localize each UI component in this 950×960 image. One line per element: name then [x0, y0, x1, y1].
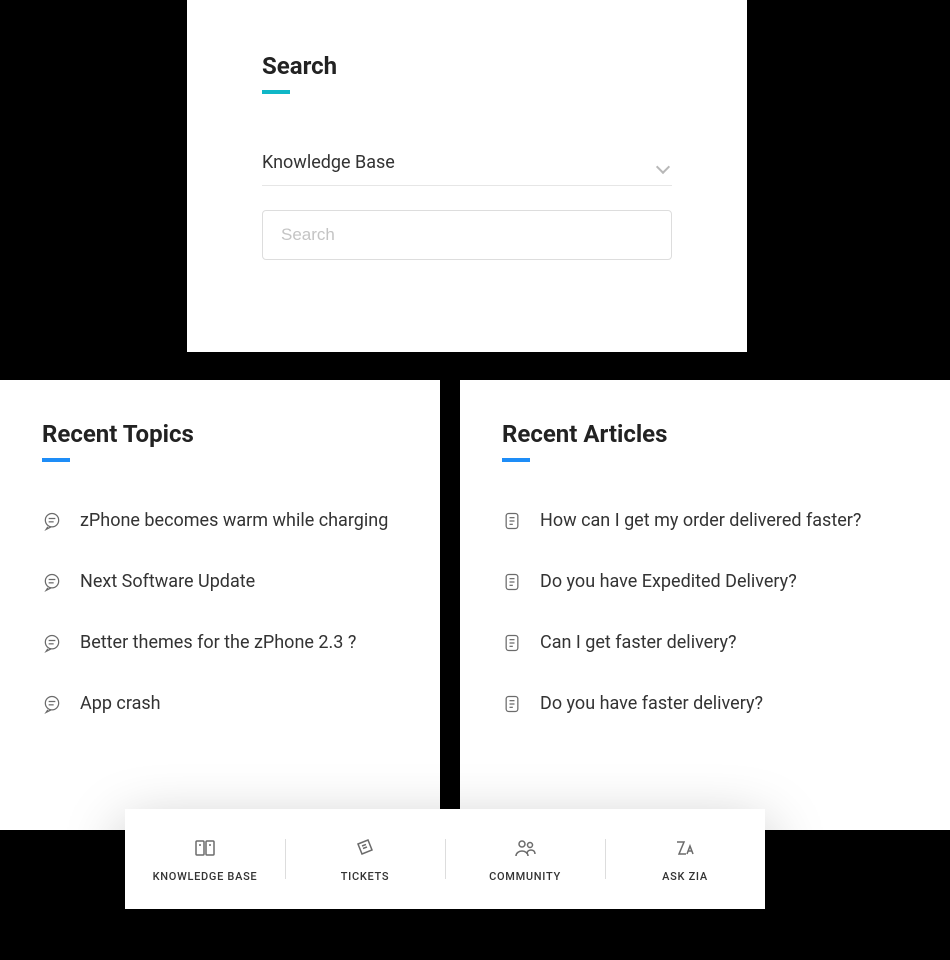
list-item-label: Next Software Update — [80, 571, 255, 592]
nav-label: ASK ZIA — [662, 870, 708, 883]
knowledge-base-select[interactable]: Knowledge Base — [262, 152, 672, 186]
list-item[interactable]: How can I get my order delivered faster? — [502, 510, 908, 531]
recent-topics-card: Recent Topics zPhone becomes warm while … — [0, 380, 440, 830]
list-item[interactable]: Do you have Expedited Delivery? — [502, 571, 908, 592]
community-icon — [513, 836, 537, 860]
nav-knowledge-base[interactable]: KNOWLEDGE BASE — [125, 809, 285, 909]
search-title: Search — [262, 52, 672, 80]
topics-title: Recent Topics — [42, 420, 398, 448]
chevron-down-icon — [658, 162, 672, 176]
title-underline — [42, 458, 70, 462]
nav-ask-zia[interactable]: ASK ZIA — [605, 809, 765, 909]
search-input[interactable] — [262, 210, 672, 260]
list-item-label: App crash — [80, 693, 161, 714]
nav-tickets[interactable]: TICKETS — [285, 809, 445, 909]
ticket-icon — [353, 836, 377, 860]
list-item-label: Do you have faster delivery? — [540, 693, 763, 714]
book-icon — [193, 836, 217, 860]
document-icon — [502, 694, 522, 714]
nav-label: KNOWLEDGE BASE — [153, 870, 258, 883]
articles-title: Recent Articles — [502, 420, 908, 448]
document-icon — [502, 572, 522, 592]
nav-bar: KNOWLEDGE BASE TICKETS COMMUNITY — [125, 809, 765, 909]
list-item-label: zPhone becomes warm while charging — [80, 510, 388, 531]
articles-list: How can I get my order delivered faster?… — [502, 510, 908, 714]
list-item[interactable]: Do you have faster delivery? — [502, 693, 908, 714]
select-label: Knowledge Base — [262, 152, 395, 173]
list-item[interactable]: Can I get faster delivery? — [502, 632, 908, 653]
list-item-label: How can I get my order delivered faster? — [540, 510, 861, 531]
topics-list: zPhone becomes warm while charging Next … — [42, 510, 398, 714]
title-underline — [262, 90, 290, 94]
zia-icon — [673, 836, 697, 860]
comment-icon — [42, 572, 62, 592]
comment-icon — [42, 511, 62, 531]
list-item[interactable]: zPhone becomes warm while charging — [42, 510, 398, 531]
title-underline — [502, 458, 530, 462]
nav-label: COMMUNITY — [489, 870, 561, 883]
list-item-label: Can I get faster delivery? — [540, 632, 737, 653]
comment-icon — [42, 633, 62, 653]
recent-articles-card: Recent Articles How can I get my order d… — [460, 380, 950, 830]
document-icon — [502, 511, 522, 531]
comment-icon — [42, 694, 62, 714]
list-item[interactable]: Better themes for the zPhone 2.3 ? — [42, 632, 398, 653]
list-item[interactable]: App crash — [42, 693, 398, 714]
list-item-label: Do you have Expedited Delivery? — [540, 571, 797, 592]
search-card: Search Knowledge Base — [187, 0, 747, 352]
list-item-label: Better themes for the zPhone 2.3 ? — [80, 632, 356, 653]
document-icon — [502, 633, 522, 653]
nav-community[interactable]: COMMUNITY — [445, 809, 605, 909]
nav-label: TICKETS — [341, 870, 389, 883]
list-item[interactable]: Next Software Update — [42, 571, 398, 592]
